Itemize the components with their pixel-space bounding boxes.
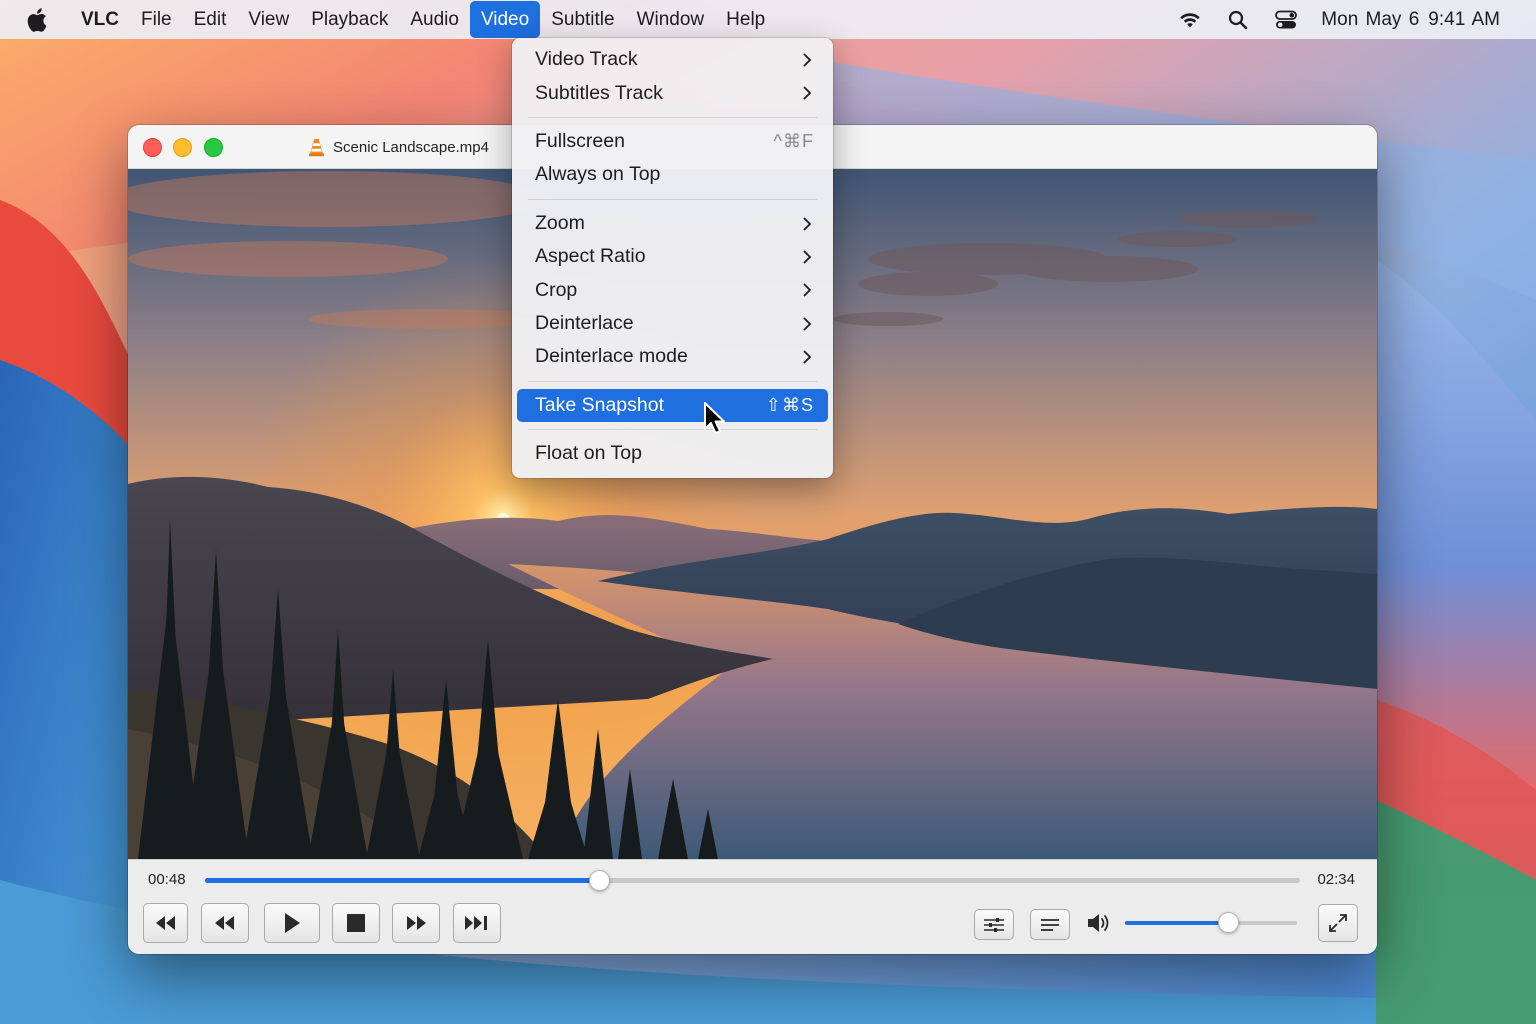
menu-item-label: Float on Top [535, 442, 642, 465]
volume-level [1125, 921, 1229, 925]
menu-item-label: Subtitles Track [535, 81, 663, 104]
menu-item-label: Deinterlace [535, 311, 634, 334]
menu-item-label: Always on Top [535, 163, 661, 186]
apple-logo-icon[interactable] [27, 7, 49, 33]
rewind-icon [215, 916, 234, 930]
menu-playback[interactable]: Playback [300, 1, 399, 38]
menu-item-aspect-ratio[interactable]: Aspect Ratio [517, 240, 828, 273]
chevron-right-icon [803, 350, 812, 364]
chevron-right-icon [803, 53, 812, 67]
window-minimize-button[interactable] [173, 138, 192, 157]
elapsed-time: 00:48 [148, 871, 186, 888]
volume-slider-handle[interactable] [1218, 912, 1240, 933]
mouse-pointer-icon [704, 402, 725, 434]
expand-icon [1329, 914, 1347, 932]
wifi-icon[interactable] [1177, 7, 1203, 33]
menu-item-zoom[interactable]: Zoom [517, 207, 828, 240]
fast-forward-icon [407, 916, 426, 930]
seek-bar-handle[interactable] [589, 870, 611, 891]
menu-item-float-on-top[interactable]: Float on Top [517, 437, 828, 470]
equalizer-button[interactable] [974, 909, 1014, 940]
window-title-text: Scenic Landscape.mp4 [333, 138, 489, 156]
menu-item-take-snapshot[interactable]: Take Snapshot ⇧⌘S [517, 388, 828, 422]
clock-time: 9:41 AM [1428, 8, 1500, 30]
menu-separator [528, 428, 817, 430]
menu-item-label: Aspect Ratio [535, 245, 646, 268]
play-button[interactable] [264, 903, 320, 943]
menu-item-label: Zoom [535, 211, 585, 234]
window-title: Scenic Landscape.mp4 [308, 125, 489, 169]
menu-edit[interactable]: Edit [183, 1, 238, 38]
menubar-clock[interactable]: Mon May 6 9:41 AM [1321, 9, 1500, 31]
fast-forward-button[interactable] [392, 903, 440, 943]
menu-separator [528, 116, 817, 118]
rewind-button[interactable] [201, 903, 249, 943]
menu-item-label: Take Snapshot [535, 393, 665, 416]
skip-forward-icon [465, 916, 487, 930]
control-center-icon[interactable] [1273, 7, 1299, 33]
menu-item-fullscreen[interactable]: Fullscreen ^⌘F [517, 125, 828, 158]
search-icon[interactable] [1225, 7, 1251, 33]
menu-item-deinterlace-mode[interactable]: Deinterlace mode [517, 340, 828, 373]
menu-video[interactable]: Video [469, 1, 541, 38]
menu-item-deinterlace[interactable]: Deinterlace [517, 307, 828, 340]
menu-audio[interactable]: Audio [399, 1, 470, 38]
vlc-cone-icon [309, 138, 324, 156]
menu-item-video-track[interactable]: Video Track [517, 43, 828, 76]
stop-icon [347, 914, 365, 932]
chevron-right-icon [803, 250, 812, 264]
menu-subtitle[interactable]: Subtitle [540, 1, 625, 38]
window-zoom-button[interactable] [204, 138, 223, 157]
volume-icon[interactable] [1086, 912, 1112, 934]
menu-separator [528, 198, 817, 200]
menu-item-label: Deinterlace mode [535, 345, 688, 368]
seek-bar-progress [205, 878, 600, 883]
menu-item-subtitles-track[interactable]: Subtitles Track [517, 76, 828, 109]
menu-window[interactable]: Window [626, 1, 716, 38]
volume-slider[interactable] [1125, 912, 1297, 933]
seek-bar[interactable] [205, 870, 1300, 891]
menu-item-label: Crop [535, 278, 578, 301]
playlist-icon [1041, 918, 1059, 931]
total-time: 02:34 [1317, 871, 1355, 888]
fullscreen-button[interactable] [1318, 904, 1358, 942]
menu-item-label: Fullscreen [535, 129, 625, 152]
menu-item-label: Video Track [535, 48, 638, 71]
chevron-right-icon [803, 317, 812, 331]
playlist-button[interactable] [1030, 909, 1070, 940]
clock-date: Mon May 6 [1321, 8, 1420, 30]
play-icon [285, 913, 300, 933]
chevron-right-icon [803, 86, 812, 101]
playback-controls-bar: 00:48 02:34 [128, 859, 1377, 954]
menu-help[interactable]: Help [715, 1, 776, 38]
menu-item-shortcut: ^⌘F [773, 130, 814, 151]
menu-separator [528, 380, 817, 382]
skip-back-button[interactable] [143, 903, 188, 943]
skip-back-icon [155, 916, 175, 930]
menu-bar: VLC File Edit View Playback Audio Video … [0, 0, 1536, 39]
video-dropdown-menu: Video Track Subtitles Track Fullscreen ^… [512, 38, 833, 478]
menu-file[interactable]: File [130, 1, 183, 38]
chevron-right-icon [803, 216, 812, 231]
menu-item-crop[interactable]: Crop [517, 273, 828, 306]
window-close-button[interactable] [143, 138, 162, 157]
menubar-status-area: Mon May 6 9:41 AM [1177, 0, 1536, 39]
menu-view[interactable]: View [237, 1, 300, 38]
menu-item-always-on-top[interactable]: Always on Top [517, 158, 828, 191]
stop-button[interactable] [332, 903, 380, 943]
equalizer-icon [984, 917, 1004, 932]
chevron-right-icon [803, 283, 812, 297]
menu-app-vlc[interactable]: VLC [71, 1, 130, 38]
skip-forward-button[interactable] [453, 903, 501, 943]
menu-item-shortcut: ⇧⌘S [765, 394, 814, 415]
